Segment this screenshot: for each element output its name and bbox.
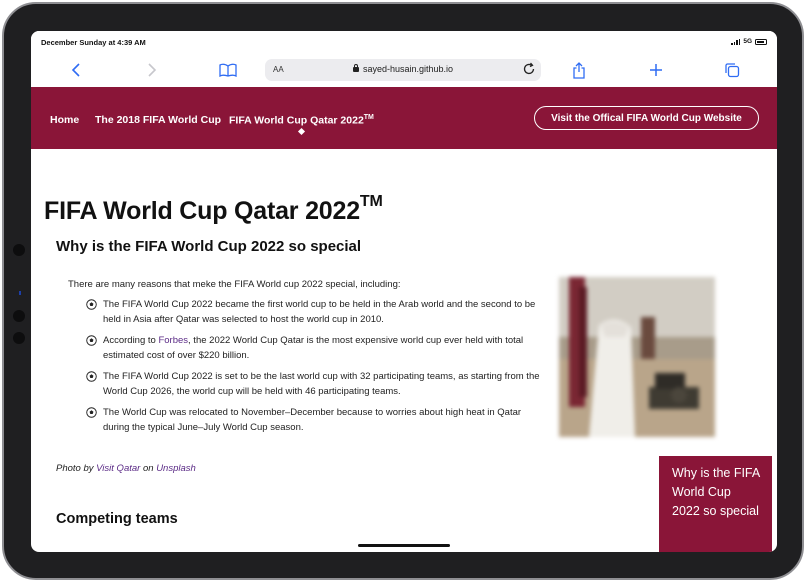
site-navigation: Home The 2018 FIFA World Cup FIFA World …: [31, 87, 777, 149]
list-item: The FIFA World Cup 2022 is set to be the…: [86, 369, 548, 399]
photo-credit: Photo by Visit Qatar on Unsplash: [56, 463, 196, 474]
soccer-ball-icon: [86, 335, 97, 346]
side-button: [13, 310, 25, 322]
list-item: The World Cup was relocated to November–…: [86, 405, 548, 435]
forbes-link[interactable]: Forbes: [158, 335, 188, 346]
url-text: sayed-husain.github.io: [362, 64, 454, 74]
page-title: FIFA World Cup Qatar 2022TM: [44, 193, 383, 226]
credit-site-link[interactable]: Unsplash: [156, 463, 196, 474]
reason-text-prefix: According to: [103, 335, 159, 346]
qatar-photo: [559, 277, 715, 437]
reason-text: The FIFA World Cup 2022 became the first…: [103, 299, 536, 325]
soccer-ball-icon: [86, 371, 97, 382]
trademark-mark: TM: [359, 193, 383, 210]
network-label: 5G: [743, 38, 752, 45]
nav-link-2018-world-cup[interactable]: The 2018 FIFA World Cup: [95, 114, 221, 126]
battery-icon: [755, 38, 767, 45]
nav-link-qatar-2022[interactable]: FIFA World Cup Qatar 2022TM: [229, 114, 374, 127]
intro-text: There are many reasons that meke the FIF…: [68, 279, 401, 290]
home-indicator[interactable]: [358, 544, 450, 547]
forward-icon[interactable]: [140, 58, 164, 82]
camera-dot: [13, 244, 25, 256]
floating-nav-box[interactable]: Why is the FIFA World Cup 2022 so specia…: [659, 456, 772, 552]
competing-teams-heading: Competing teams: [56, 511, 178, 527]
browser-toolbar: AA sayed-husain.github.io: [31, 53, 777, 87]
lock-icon: [352, 64, 359, 72]
page-title-text: FIFA World Cup Qatar 2022: [44, 197, 360, 225]
official-website-button[interactable]: Visit the Offical FIFA World Cup Website: [534, 106, 759, 130]
url-display[interactable]: sayed-husain.github.io: [265, 64, 541, 74]
list-item: According to Forbes, the 2022 World Cup …: [86, 333, 548, 363]
reason-text: The FIFA World Cup 2022 is set to be the…: [103, 371, 540, 397]
side-indicator: [19, 291, 21, 295]
new-tab-icon[interactable]: [644, 58, 668, 82]
list-item: The FIFA World Cup 2022 became the first…: [86, 297, 548, 327]
reason-text: The World Cup was relocated to November–…: [103, 407, 522, 433]
status-time: December Sunday at 4:39 AM: [41, 38, 146, 47]
status-indicators: 5G: [731, 38, 767, 45]
active-indicator: [297, 127, 306, 136]
soccer-ball-icon: [86, 299, 97, 310]
back-icon[interactable]: [64, 58, 88, 82]
share-icon[interactable]: [567, 58, 591, 82]
screen: December Sunday at 4:39 AM 5G AA sayed-h…: [31, 31, 777, 552]
nav-link-home[interactable]: Home: [50, 114, 79, 126]
bookmarks-icon[interactable]: [216, 58, 240, 82]
soccer-ball-icon: [86, 407, 97, 418]
side-button: [13, 332, 25, 344]
nav-link-label: FIFA World Cup Qatar 2022: [229, 114, 364, 127]
section-heading: Why is the FIFA World Cup 2022 so specia…: [56, 238, 362, 255]
credit-prefix: Photo by: [56, 463, 97, 474]
signal-icon: [731, 38, 741, 45]
trademark-mark: TM: [363, 114, 374, 121]
reasons-list: The FIFA World Cup 2022 became the first…: [86, 297, 548, 441]
credit-middle: on: [140, 463, 157, 474]
tabs-overview-icon[interactable]: [720, 58, 744, 82]
reload-icon[interactable]: [521, 61, 537, 82]
address-bar[interactable]: AA sayed-husain.github.io: [265, 59, 541, 81]
credit-author-link[interactable]: Visit Qatar: [96, 463, 140, 474]
status-bar: December Sunday at 4:39 AM 5G: [31, 31, 777, 53]
